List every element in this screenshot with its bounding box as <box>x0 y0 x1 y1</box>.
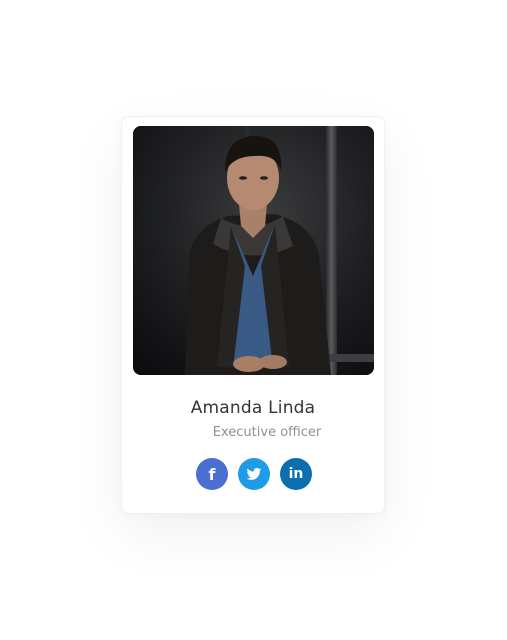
portrait-illustration <box>133 126 374 375</box>
profile-photo <box>133 126 374 375</box>
profile-role: Executive officer <box>212 425 322 440</box>
twitter-button[interactable] <box>238 458 270 490</box>
profile-name: Amanda Linda <box>190 398 316 418</box>
facebook-button[interactable]: f <box>196 458 228 490</box>
linkedin-icon: in <box>288 466 304 482</box>
linkedin-button[interactable]: in <box>280 458 312 490</box>
facebook-icon: f <box>208 464 216 484</box>
page-canvas: Amanda Linda Executive officer f in <box>0 0 507 640</box>
profile-card: Amanda Linda Executive officer f in <box>121 116 385 514</box>
twitter-icon <box>246 468 262 480</box>
